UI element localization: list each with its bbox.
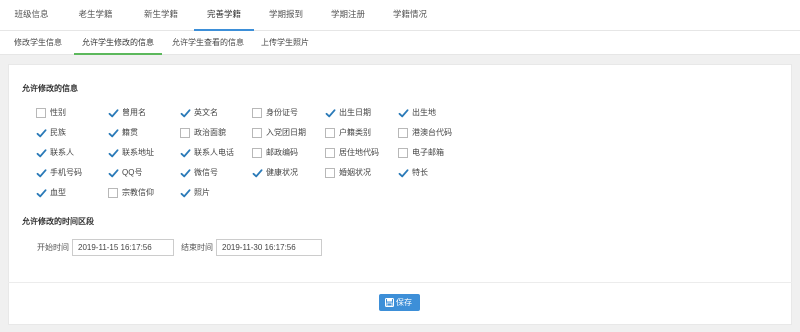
tab-semester-registration[interactable]: 学期注册 <box>318 0 378 31</box>
checkbox-checked-icon[interactable] <box>36 148 47 158</box>
checkbox-unchecked-icon[interactable] <box>36 108 46 118</box>
tab-complete-records[interactable]: 完善学籍 <box>194 0 254 31</box>
field-checkbox-label: 特长 <box>412 168 428 177</box>
checkbox-unchecked-icon[interactable] <box>252 128 262 138</box>
checkbox-checked-icon[interactable] <box>180 188 191 198</box>
checkbox-checked-icon[interactable] <box>398 108 409 118</box>
field-checkbox-label: 照片 <box>194 188 210 197</box>
start-time-label: 开始时间 <box>37 243 69 252</box>
field-checkbox-label: 手机号码 <box>50 168 82 177</box>
field-checkbox-label: 微信号 <box>194 168 218 177</box>
subtab-upload-photo[interactable]: 上传学生照片 <box>254 31 316 55</box>
tab-new-student-records[interactable]: 新生学籍 <box>128 0 194 31</box>
start-time-input[interactable]: 2019-11-15 16:17:56 <box>72 239 174 256</box>
subtab-allowed-modify-info[interactable]: 允许学生修改的信息 <box>74 31 162 55</box>
top-nav: 班级信息 老生学籍 新生学籍 完善学籍 学期报到 学期注册 学籍情况 <box>0 0 800 31</box>
end-time-label: 结束时间 <box>181 243 213 252</box>
field-checkbox-label: 户籍类别 <box>339 128 371 137</box>
tab-class-info[interactable]: 班级信息 <box>0 0 63 31</box>
field-checkbox-label: QQ号 <box>122 168 143 177</box>
checkbox-unchecked-icon[interactable] <box>325 148 335 158</box>
checkbox-unchecked-icon[interactable] <box>252 148 262 158</box>
checkbox-checked-icon[interactable] <box>180 148 191 158</box>
checkbox-checked-icon[interactable] <box>108 128 119 138</box>
checkbox-checked-icon[interactable] <box>108 148 119 158</box>
field-checkbox-label: 英文名 <box>194 108 218 117</box>
field-checkbox-label: 居住地代码 <box>339 148 379 157</box>
tab-old-student-records[interactable]: 老生学籍 <box>63 0 128 31</box>
subtab-modify-student-info[interactable]: 修改学生信息 <box>4 31 72 55</box>
save-button-label: 保存 <box>396 298 412 307</box>
field-checkbox-label: 身份证号 <box>266 108 298 117</box>
field-checkbox-label: 联系地址 <box>122 148 154 157</box>
tab-records-status[interactable]: 学籍情况 <box>378 0 442 31</box>
save-icon <box>385 298 394 307</box>
save-button[interactable]: 保存 <box>379 294 420 311</box>
checkbox-checked-icon[interactable] <box>36 168 47 178</box>
checkbox-checked-icon[interactable] <box>180 108 191 118</box>
checkbox-unchecked-icon[interactable] <box>325 168 335 178</box>
checkbox-checked-icon[interactable] <box>108 168 119 178</box>
field-checkbox-label: 港澳台代码 <box>412 128 452 137</box>
checkbox-unchecked-icon[interactable] <box>398 128 408 138</box>
field-checkbox-label: 血型 <box>50 188 66 197</box>
field-checkbox-label: 籍贯 <box>122 128 138 137</box>
checkbox-checked-icon[interactable] <box>398 168 409 178</box>
footer-divider <box>8 282 792 283</box>
field-checkbox-label: 民族 <box>50 128 66 137</box>
field-checkbox-label: 出生地 <box>412 108 436 117</box>
field-checkbox-label: 健康状况 <box>266 168 298 177</box>
field-checkbox-label: 出生日期 <box>339 108 371 117</box>
checkbox-unchecked-icon[interactable] <box>398 148 408 158</box>
checkbox-unchecked-icon[interactable] <box>180 128 190 138</box>
subtab-allowed-view-info[interactable]: 允许学生查看的信息 <box>166 31 250 55</box>
field-checkbox-label: 电子邮箱 <box>412 148 444 157</box>
checkbox-unchecked-icon[interactable] <box>252 108 262 118</box>
field-checkbox-label: 邮政编码 <box>266 148 298 157</box>
field-checkbox-label: 联系人 <box>50 148 74 157</box>
field-checkbox-label: 政治面貌 <box>194 128 226 137</box>
field-checkbox-label: 宗教信仰 <box>122 188 154 197</box>
end-time-input[interactable]: 2019-11-30 16:17:56 <box>216 239 322 256</box>
field-checkbox-label: 入党团日期 <box>266 128 306 137</box>
checkbox-unchecked-icon[interactable] <box>325 128 335 138</box>
field-checkbox-label: 性别 <box>50 108 66 117</box>
sub-nav: 修改学生信息 允许学生修改的信息 允许学生查看的信息 上传学生照片 <box>0 31 800 55</box>
time-range-title: 允许修改的时间区段 <box>22 217 94 226</box>
checkbox-checked-icon[interactable] <box>325 108 336 118</box>
field-checkbox-label: 婚姻状况 <box>339 168 371 177</box>
field-checkbox-label: 联系人电话 <box>194 148 234 157</box>
checkbox-checked-icon[interactable] <box>36 188 47 198</box>
checkbox-checked-icon[interactable] <box>36 128 47 138</box>
allowed-fields-title: 允许修改的信息 <box>22 84 78 93</box>
field-checkbox-label: 曾用名 <box>122 108 146 117</box>
checkbox-checked-icon[interactable] <box>252 168 263 178</box>
checkbox-checked-icon[interactable] <box>108 108 119 118</box>
checkbox-checked-icon[interactable] <box>180 168 191 178</box>
checkbox-unchecked-icon[interactable] <box>108 188 118 198</box>
tab-semester-checkin[interactable]: 学期报到 <box>254 0 318 31</box>
